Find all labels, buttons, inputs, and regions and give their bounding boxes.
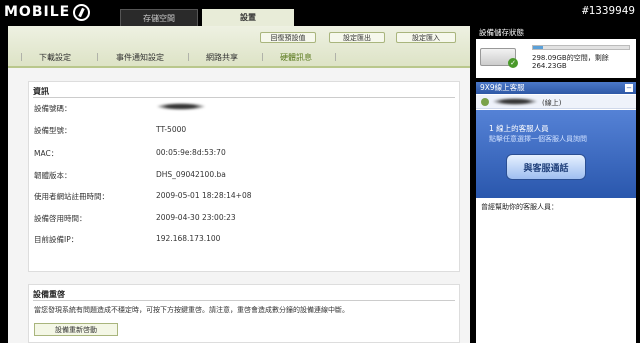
online-count: 1 線上的客服人員 xyxy=(489,124,549,133)
agent-avatar-icon xyxy=(481,98,489,106)
support-body: 1 線上的客服人員 點擊任意選擇一個客服人員詢問 與客服通話 xyxy=(476,110,636,198)
device-model-value: TT-5000 xyxy=(156,125,187,134)
reset-card: 設備重啓 當您發現系統有問題造成不穩定時，可按下方按鍵重啓。請注意，重啓會造成數… xyxy=(28,284,460,343)
export-settings-button[interactable]: 設定匯出 xyxy=(329,32,385,43)
nav-separator: | xyxy=(20,52,23,61)
reset-description: 當您發現系統有問題造成不穩定時，可按下方按鍵重啓。請注意，重啓會造成數分鐘的設備… xyxy=(34,306,349,314)
device-restart-button[interactable]: 設備重新啓動 xyxy=(34,323,118,336)
mac-label: MAC： xyxy=(34,149,59,158)
reset-default-button[interactable]: 回復預設值 xyxy=(260,32,316,43)
mac-value: 00:05:9e:8d:53:70 xyxy=(156,148,226,157)
past-helpers-label: 曾經幫助你的客服人員： xyxy=(481,203,558,211)
support-title: 9X9線上客服 xyxy=(476,82,636,94)
reset-title: 設備重啓 xyxy=(33,290,65,299)
check-icon: ✓ xyxy=(508,58,518,68)
subnav-network-share[interactable]: 網路共享 xyxy=(206,52,238,63)
mobile01-logo[interactable]: MOBILE xyxy=(4,3,91,21)
chat-with-support-button[interactable]: 與客服通話 xyxy=(506,154,586,180)
redacted-agent-name xyxy=(492,98,538,105)
support-agent-row[interactable]: (線上) xyxy=(476,95,636,109)
logo-ring-icon xyxy=(73,3,91,21)
storage-usage-fill xyxy=(533,46,543,49)
storage-status-title: 設備儲存狀態 xyxy=(476,26,636,39)
firmware-value: DHS_09042100.ba xyxy=(156,170,226,179)
settings-header: 回復預設值 設定匯出 設定匯入 | 下載設定 | 事件通知設定 | 網路共享 |… xyxy=(8,26,470,66)
watermark-id: #1339949 xyxy=(582,4,635,17)
register-time-label: 使用者網站註冊時間： xyxy=(34,192,109,201)
nav-separator: | xyxy=(334,52,337,61)
agent-status: (線上) xyxy=(542,99,562,107)
online-support-panel: 9X9線上客服 − (線上) 1 線上的客服人員 點擊任意選擇一個客服人員詢問 … xyxy=(476,82,636,343)
activation-time-value: 2009-04-30 23:00:23 xyxy=(156,213,236,222)
device-model-label: 設備型號： xyxy=(34,126,72,135)
device-ip-label: 目前設備IP： xyxy=(34,235,79,244)
tab-storage[interactable]: 存儲空間 xyxy=(120,9,198,26)
logo-text: MOBILE xyxy=(4,4,71,20)
info-card: 資訊 設備號碼： 設備型號： TT-5000 MAC： 00:05:9e:8d:… xyxy=(28,81,460,272)
redacted-value xyxy=(156,103,206,110)
storage-used-text: 264.23GB xyxy=(532,62,567,70)
nav-separator: | xyxy=(187,52,190,61)
header-divider xyxy=(8,66,470,68)
minimize-icon[interactable]: − xyxy=(625,84,633,92)
subnav-event-notification[interactable]: 事件通知設定 xyxy=(116,52,164,63)
settings-panel: 回復預設值 設定匯出 設定匯入 | 下載設定 | 事件通知設定 | 網路共享 |… xyxy=(8,26,470,343)
support-hint: 點擊任意選擇一個客服人員詢問 xyxy=(489,135,587,143)
info-title: 資訊 xyxy=(33,87,49,96)
import-settings-button[interactable]: 設定匯入 xyxy=(396,32,456,43)
firmware-label: 韌體版本： xyxy=(34,171,72,180)
subnav-download-settings[interactable]: 下載設定 xyxy=(39,52,71,63)
storage-status-panel: 設備儲存狀態 ✓ 298.09GB的空間，剩餘 264.23GB xyxy=(476,26,636,78)
tab-settings[interactable]: 設置 xyxy=(202,9,294,26)
top-bar: MOBILE 存儲空間 設置 #1339949 xyxy=(0,0,640,26)
device-number-label: 設備號碼： xyxy=(34,104,72,113)
subnav-hardware-info[interactable]: 硬體訊息 xyxy=(280,52,312,63)
storage-usage-bar xyxy=(532,45,630,50)
device-ip-value: 192.168.173.100 xyxy=(156,234,221,243)
nav-separator: | xyxy=(261,52,264,61)
card-rule xyxy=(33,97,455,98)
card-rule xyxy=(33,300,455,301)
device-number-value xyxy=(156,103,206,112)
nav-separator: | xyxy=(96,52,99,61)
register-time-value: 2009-05-01 18:28:14+08 xyxy=(156,191,252,200)
activation-time-label: 設備啓用時間： xyxy=(34,214,87,223)
